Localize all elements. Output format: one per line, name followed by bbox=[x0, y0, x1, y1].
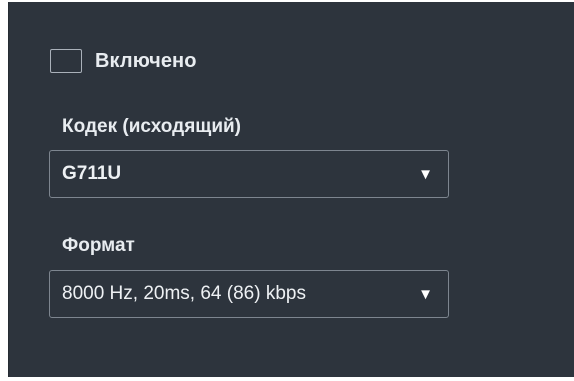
format-label: Формат bbox=[62, 235, 135, 256]
enabled-checkbox[interactable] bbox=[50, 49, 82, 73]
triangle-down-icon: ▼ bbox=[418, 285, 433, 303]
codec-label: Кодек (исходящий) bbox=[62, 116, 242, 137]
format-select[interactable]: 8000 Hz, 20ms, 64 (86) kbps ▼ bbox=[49, 270, 449, 318]
enabled-label: Включено bbox=[95, 49, 197, 72]
codec-select-value: G711U bbox=[62, 163, 122, 184]
enabled-checkbox-row[interactable]: Включено bbox=[50, 49, 197, 73]
codec-select[interactable]: G711U ▼ bbox=[49, 150, 449, 198]
format-select-value: 8000 Hz, 20ms, 64 (86) kbps bbox=[62, 283, 306, 304]
triangle-down-icon: ▼ bbox=[418, 165, 433, 183]
